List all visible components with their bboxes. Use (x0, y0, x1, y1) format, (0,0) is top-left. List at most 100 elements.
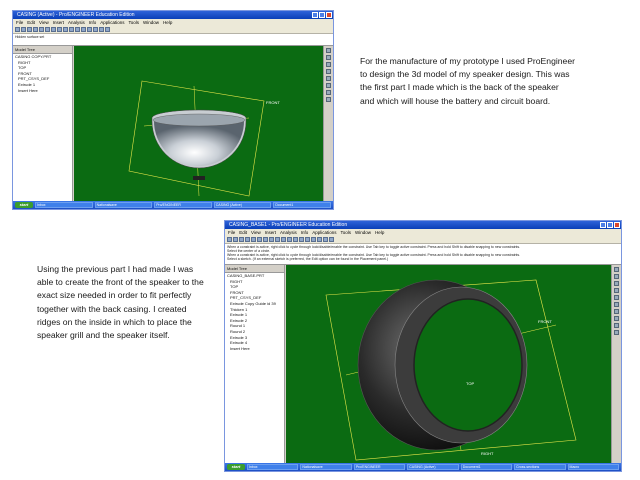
taskbar-item[interactable]: Cross-sections (514, 464, 566, 470)
taskbar-item[interactable]: Document1 (273, 202, 331, 208)
sketch-icon[interactable] (323, 237, 328, 242)
open-icon[interactable] (21, 27, 26, 32)
taskbar-item[interactable]: Nationalsave (300, 464, 352, 470)
redo-icon[interactable] (45, 27, 50, 32)
zoom-out-icon[interactable] (269, 237, 274, 242)
menu-edit[interactable]: Edit (27, 19, 35, 26)
print-icon[interactable] (33, 27, 38, 32)
round-icon[interactable] (614, 295, 619, 300)
extrude-icon[interactable] (326, 48, 331, 53)
new-icon[interactable] (15, 27, 20, 32)
close-icon[interactable] (326, 12, 332, 18)
wireframe-icon[interactable] (75, 27, 80, 32)
graphics-viewport[interactable]: FRONT (74, 46, 324, 203)
taskbar-item[interactable]: Macro (567, 464, 619, 470)
taskbar-item[interactable]: CASING (Active) (407, 464, 459, 470)
mirror-icon[interactable] (614, 330, 619, 335)
menu-edit[interactable]: Edit (239, 229, 247, 236)
menu-file[interactable]: File (228, 229, 235, 236)
menu-applications[interactable]: Applications (312, 229, 336, 236)
open-icon[interactable] (233, 237, 238, 242)
right-toolbar (323, 46, 333, 203)
menu-applications[interactable]: Applications (100, 19, 124, 26)
undo-icon[interactable] (251, 237, 256, 242)
draft-icon[interactable] (614, 316, 619, 321)
maximize-icon[interactable] (319, 12, 325, 18)
refit-icon[interactable] (275, 237, 280, 242)
menu-analysis[interactable]: Analysis (280, 229, 297, 236)
save-icon[interactable] (27, 27, 32, 32)
taskbar-item[interactable]: Inbox (35, 202, 93, 208)
menu-window[interactable]: Window (143, 19, 159, 26)
analysis-icon[interactable] (329, 237, 334, 242)
new-icon[interactable] (227, 237, 232, 242)
menu-insert[interactable]: Insert (53, 19, 64, 26)
datum-plane-icon[interactable] (87, 27, 92, 32)
taskbar-item[interactable]: CASING (Active) (213, 202, 272, 208)
save-icon[interactable] (239, 237, 244, 242)
zoom-in-icon[interactable] (263, 237, 268, 242)
revolve-icon[interactable] (326, 55, 331, 60)
maximize-icon[interactable] (607, 222, 613, 228)
repaint-icon[interactable] (281, 237, 286, 242)
tree-item[interactable]: Extrude Copy Guide id 39 (225, 301, 284, 307)
shading-icon[interactable] (81, 27, 86, 32)
menu-view[interactable]: View (251, 229, 261, 236)
shell-icon[interactable] (614, 302, 619, 307)
menu-analysis[interactable]: Analysis (68, 19, 85, 26)
minimize-icon[interactable] (312, 12, 318, 18)
shell-icon[interactable] (326, 83, 331, 88)
extrude-icon[interactable] (614, 267, 619, 272)
refit-icon[interactable] (63, 27, 68, 32)
redo-icon[interactable] (257, 237, 262, 242)
start-button[interactable]: start (15, 202, 33, 208)
hole-icon[interactable] (326, 69, 331, 74)
hole-icon[interactable] (614, 288, 619, 293)
wireframe-icon[interactable] (287, 237, 292, 242)
menu-info[interactable]: Info (89, 19, 97, 26)
tree-item[interactable]: Insert Here (225, 346, 284, 352)
model-render: FRONT TOP RIGHT (325, 279, 577, 461)
datum-point-icon[interactable] (99, 27, 104, 32)
start-button[interactable]: start (227, 464, 245, 470)
taskbar-item[interactable]: Document1 (460, 464, 513, 470)
shading-icon[interactable] (293, 237, 298, 242)
menu-window[interactable]: Window (355, 229, 371, 236)
menu-tools[interactable]: Tools (341, 229, 352, 236)
minimize-icon[interactable] (600, 222, 606, 228)
menu-file[interactable]: File (16, 19, 23, 26)
rib-icon[interactable] (614, 309, 619, 314)
datum-plane-icon[interactable] (299, 237, 304, 242)
sweep-icon[interactable] (614, 281, 619, 286)
taskbar-item[interactable]: Pro/ENGINEER (154, 202, 212, 208)
menu-help[interactable]: Help (163, 19, 172, 26)
taskbar-item[interactable]: Nationalsave (94, 202, 153, 208)
tree-item[interactable]: Insert Here (13, 88, 72, 94)
revolve-icon[interactable] (614, 274, 619, 279)
sweep-icon[interactable] (326, 62, 331, 67)
close-icon[interactable] (614, 222, 620, 228)
menu-help[interactable]: Help (375, 229, 384, 236)
battery-slot (193, 176, 205, 180)
rib-icon[interactable] (326, 90, 331, 95)
pattern-icon[interactable] (614, 323, 619, 328)
datum-point-icon[interactable] (311, 237, 316, 242)
datum-axis-icon[interactable] (93, 27, 98, 32)
undo-icon[interactable] (39, 27, 44, 32)
zoom-in-icon[interactable] (51, 27, 56, 32)
print-icon[interactable] (245, 237, 250, 242)
draft-icon[interactable] (326, 97, 331, 102)
csys-icon[interactable] (317, 237, 322, 242)
graphics-viewport[interactable]: FRONT TOP RIGHT (286, 265, 612, 465)
zoom-out-icon[interactable] (57, 27, 62, 32)
round-icon[interactable] (326, 76, 331, 81)
menu-tools[interactable]: Tools (129, 19, 140, 26)
taskbar-item[interactable]: Inbox (247, 464, 299, 470)
menu-view[interactable]: View (39, 19, 49, 26)
taskbar-item[interactable]: Pro/ENGINEER (353, 464, 406, 470)
repaint-icon[interactable] (69, 27, 74, 32)
csys-icon[interactable] (105, 27, 110, 32)
menu-info[interactable]: Info (301, 229, 309, 236)
datum-axis-icon[interactable] (305, 237, 310, 242)
menu-insert[interactable]: Insert (265, 229, 276, 236)
